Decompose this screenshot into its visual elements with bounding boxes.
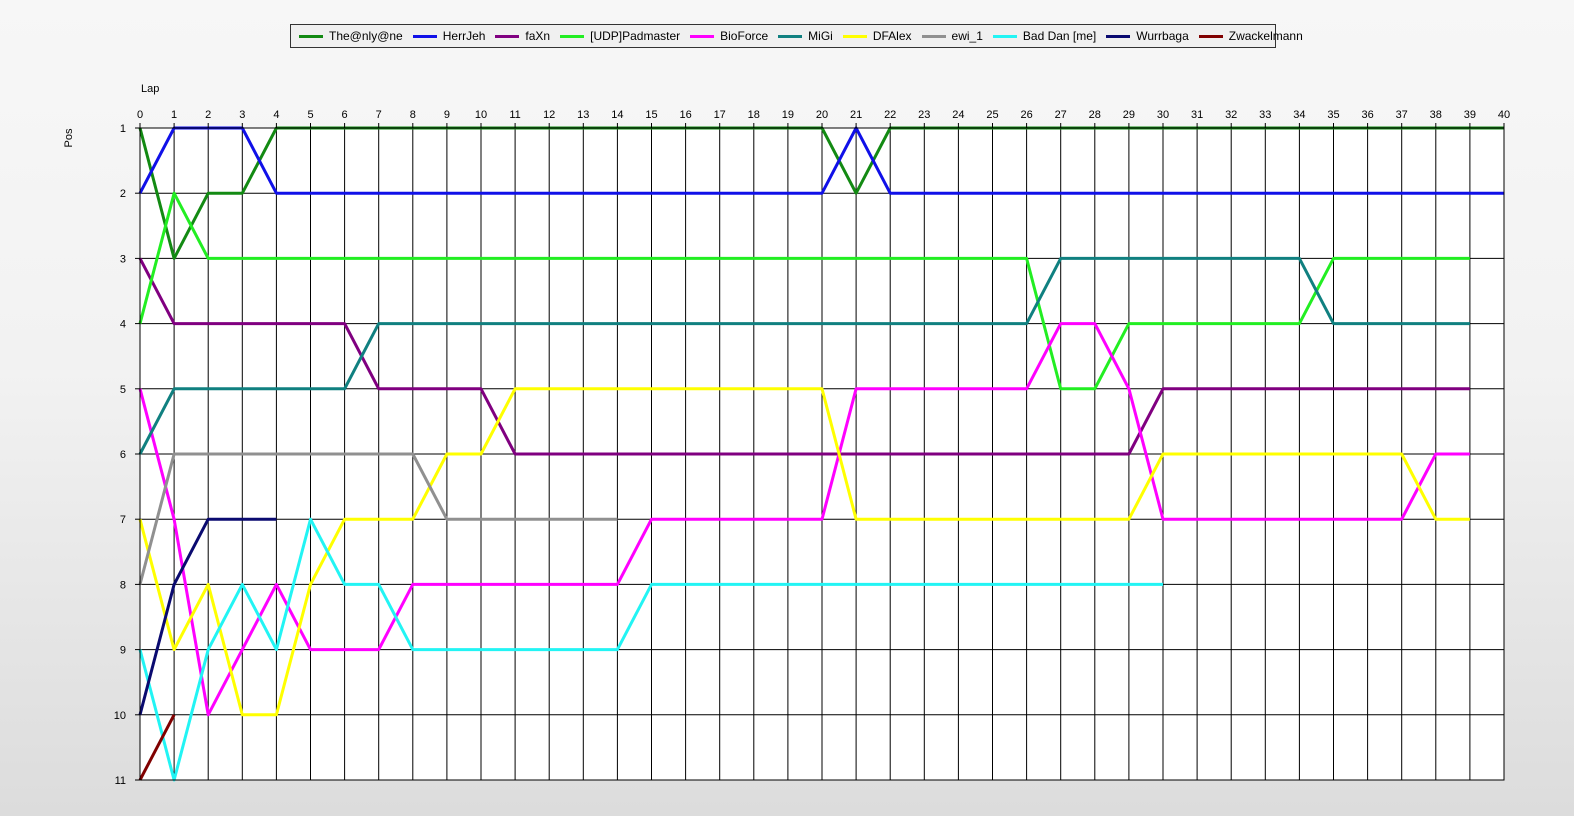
x-tick-label: 6: [342, 109, 348, 121]
y-tick-label: 1: [120, 123, 126, 135]
x-tick-label: 12: [543, 109, 555, 121]
x-tick-label: 23: [918, 109, 930, 121]
x-tick-label: 35: [1327, 109, 1339, 121]
x-tick-label: 25: [986, 109, 998, 121]
x-tick-label: 36: [1361, 109, 1373, 121]
x-tick-label: 27: [1055, 109, 1067, 121]
x-tick-label: 2: [205, 109, 211, 121]
x-tick-label: 29: [1123, 109, 1135, 121]
x-tick-label: 14: [611, 109, 623, 121]
x-axis-label: Lap: [141, 83, 159, 95]
x-tick-label: 40: [1498, 109, 1510, 121]
x-tick-label: 8: [410, 109, 416, 121]
x-tick-labels: 0 1 2 3 4 5 6 7 8 9 10 11 12 13 14 15 16 17 18 19 20 21 22 23 24…: [137, 109, 1510, 128]
x-tick-label: 17: [714, 109, 726, 121]
x-tick-label: 32: [1225, 109, 1237, 121]
x-tick-label: 33: [1259, 109, 1271, 121]
y-tick-label: 5: [120, 384, 126, 396]
x-tick-label: 4: [273, 109, 279, 121]
x-tick-label: 15: [645, 109, 657, 121]
x-tick-label: 20: [816, 109, 828, 121]
x-tick-label: 30: [1157, 109, 1169, 121]
x-tick-label: 16: [679, 109, 691, 121]
y-axis-label: Pos: [63, 128, 75, 147]
y-tick-label: 6: [120, 449, 126, 461]
y-tick-label: 7: [120, 514, 126, 526]
y-tick-label: 4: [120, 319, 126, 331]
x-tick-label: 21: [850, 109, 862, 121]
x-tick-label: 26: [1020, 109, 1032, 121]
x-tick-label: 5: [307, 109, 313, 121]
x-tick-label: 1: [171, 109, 177, 121]
x-tick-label: 31: [1191, 109, 1203, 121]
y-tick-label: 2: [120, 188, 126, 200]
x-tick-label: 13: [577, 109, 589, 121]
y-tick-label: 11: [115, 775, 126, 787]
x-tick-label: 7: [376, 109, 382, 121]
x-tick-label: 22: [884, 109, 896, 121]
x-tick-label: 19: [782, 109, 794, 121]
y-tick-label: 9: [120, 645, 126, 657]
x-tick-label: 28: [1089, 109, 1101, 121]
x-tick-label: 39: [1464, 109, 1476, 121]
x-tick-label: 9: [444, 109, 450, 121]
x-tick-label: 38: [1430, 109, 1442, 121]
x-tick-label: 0: [137, 109, 143, 121]
x-tick-label: 3: [239, 109, 245, 121]
x-tick-label: 18: [748, 109, 760, 121]
x-tick-label: 24: [952, 109, 964, 121]
y-tick-label: 3: [120, 253, 126, 265]
x-tick-label: 37: [1396, 109, 1408, 121]
position-chart: 0 1 2 3 4 5 6 7 8 9 10 11 12 13 14 15 16 17 18 19 20 21 22 23 24…: [63, 83, 1510, 787]
y-tick-labels: 1 2 3 4 5 6 7 8 9 10 11: [114, 123, 140, 787]
y-tick-label: 8: [120, 579, 126, 591]
x-tick-label: 11: [509, 109, 520, 121]
x-tick-label: 34: [1293, 109, 1305, 121]
y-tick-label: 10: [114, 710, 126, 722]
x-tick-label: 10: [475, 109, 487, 121]
